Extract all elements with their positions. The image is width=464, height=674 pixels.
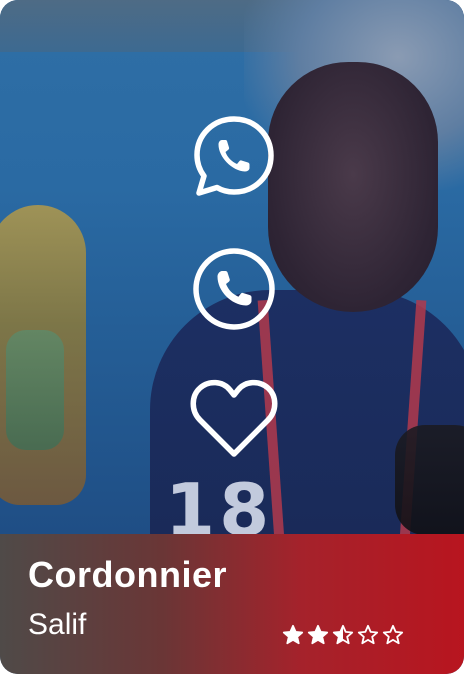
artisan-card[interactable]: 18 Cordonnier Salif: [0, 0, 464, 674]
action-icons: [186, 108, 282, 468]
phone-icon: [193, 248, 275, 330]
whatsapp-button[interactable]: [186, 108, 282, 204]
card-title: Cordonnier: [28, 554, 227, 595]
star-full-icon: [307, 624, 329, 645]
photo-person-head: [268, 62, 438, 312]
star-empty-icon: [357, 624, 379, 645]
heart-icon: [190, 379, 278, 457]
photo-shoe-last: [6, 330, 64, 450]
info-band: Cordonnier Salif: [0, 534, 464, 674]
star-empty-icon: [382, 624, 404, 645]
whatsapp-icon: [194, 116, 274, 196]
photo-dark-shoe: [395, 425, 464, 535]
favorite-button[interactable]: [186, 370, 282, 466]
star-half-icon: [332, 624, 354, 645]
card-subtitle: Salif: [28, 608, 87, 641]
call-button[interactable]: [186, 241, 282, 337]
star-rating: [282, 624, 404, 646]
star-full-icon: [282, 624, 304, 645]
